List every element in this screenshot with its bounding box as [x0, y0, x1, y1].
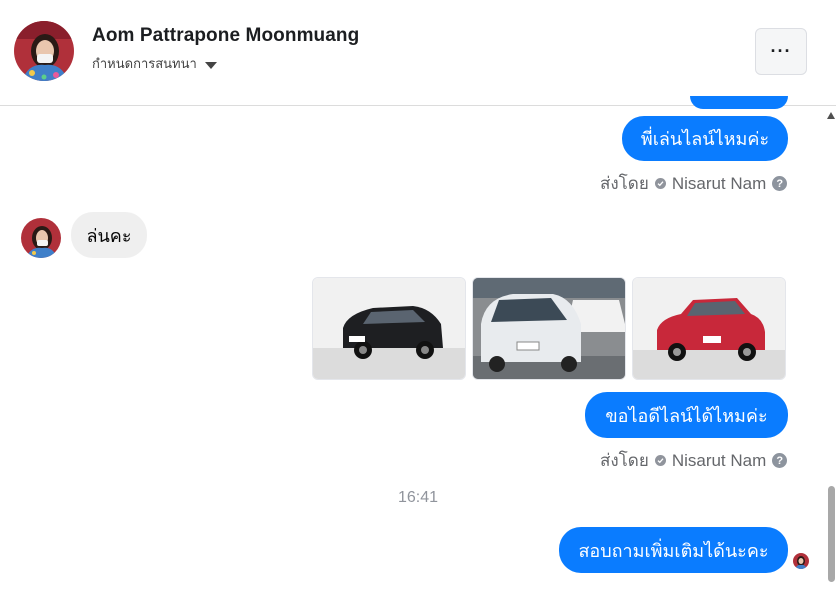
verified-check-icon [654, 178, 666, 189]
sent-by-info: ส่งโดย Nisarut Nam ? [600, 447, 788, 474]
verified-check-icon [654, 455, 666, 466]
partial-message-bubble [690, 96, 788, 109]
message-timestamp: 16:41 [397, 489, 439, 506]
outgoing-message[interactable]: ขอไอดีไลน์ได้ไหมค่ะ [585, 392, 788, 438]
sender-name[interactable]: Nisarut Nam [672, 451, 766, 471]
sent-by-info: ส่งโดย Nisarut Nam ? [600, 170, 788, 197]
sent-by-label: ส่งโดย [600, 451, 649, 470]
help-icon[interactable]: ? [772, 176, 788, 191]
outgoing-message[interactable]: สอบถามเพิ่มเติมได้นะคะ [559, 527, 788, 573]
sent-by-label: ส่งโดย [600, 174, 649, 193]
contact-avatar[interactable] [14, 21, 74, 81]
more-options-button[interactable]: ··· [755, 28, 807, 75]
help-icon[interactable]: ? [772, 453, 788, 468]
conversation-settings-dropdown[interactable]: กำหนดการสนทนา [92, 53, 217, 74]
car-photo-3[interactable] [632, 277, 786, 380]
sender-name[interactable]: Nisarut Nam [672, 174, 766, 194]
car-photo-1[interactable] [312, 277, 466, 380]
conversation-header: Aom Pattrapone Moonmuang กำหนดการสนทนา ·… [0, 0, 836, 106]
seen-avatar [793, 553, 809, 569]
incoming-message[interactable]: ล่นคะ [71, 212, 147, 258]
sender-avatar[interactable] [21, 218, 61, 258]
scroll-up-arrow-icon[interactable] [827, 112, 835, 119]
contact-name[interactable]: Aom Pattrapone Moonmuang [92, 25, 359, 47]
scrollbar[interactable] [826, 106, 836, 598]
scrollbar-thumb[interactable] [828, 486, 835, 582]
outgoing-message[interactable]: พี่เล่นไลน์ไหมค่ะ [622, 116, 788, 161]
car-photo-2[interactable] [472, 277, 626, 380]
caret-down-icon [204, 61, 217, 69]
conversation-settings-label: กำหนดการสนทนา [92, 56, 197, 71]
